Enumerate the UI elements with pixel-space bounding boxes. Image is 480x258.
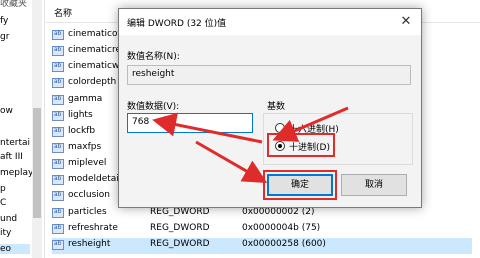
ok-highlight-box xyxy=(263,170,337,200)
edit-dword-dialog: 编辑 DWORD (32 位)值 ✕ 数值名称(N): resheight 数值… xyxy=(118,8,422,208)
tree-scrollbar[interactable] xyxy=(32,0,42,258)
reg-value-icon xyxy=(52,208,64,218)
cancel-button[interactable]: 取消 xyxy=(341,174,407,196)
close-icon[interactable]: ✕ xyxy=(397,13,415,31)
reg-value-icon xyxy=(52,224,64,234)
reg-value-icon xyxy=(52,143,64,153)
value-name: gamma xyxy=(68,94,103,104)
registry-tree-pane: 收藏夹 fy gr ow ntertai aft III meplay p C … xyxy=(0,0,45,258)
reg-value-icon xyxy=(52,46,64,56)
tree-item[interactable]: ity xyxy=(0,228,11,238)
value-name: cinematicre xyxy=(68,45,121,55)
reg-value-icon xyxy=(52,191,64,201)
value-name: particles xyxy=(68,207,107,217)
value-name: miplevel xyxy=(68,158,107,168)
reg-value-icon xyxy=(52,95,64,105)
value-name: cinematicwi xyxy=(68,61,122,71)
tree-item-selected[interactable]: eo xyxy=(0,244,30,254)
reg-value-icon xyxy=(52,240,64,250)
favorites-label[interactable]: 收藏夹 xyxy=(0,0,27,9)
value-data: 0x00000002 (2) xyxy=(242,207,315,217)
decimal-highlight-box xyxy=(267,133,335,157)
value-data: 0x0000004b (75) xyxy=(242,223,321,233)
tree-item[interactable]: p xyxy=(0,184,6,194)
dialog-titlebar[interactable]: 编辑 DWORD (32 位)值 ✕ xyxy=(119,9,421,35)
tree-item[interactable]: meplay xyxy=(0,168,33,178)
value-name-field[interactable]: resheight xyxy=(127,65,411,85)
tree-item[interactable]: ntertai xyxy=(0,138,30,148)
tree-item[interactable]: aft III xyxy=(0,152,23,162)
value-data-text: 768 xyxy=(132,117,150,127)
tree-item[interactable]: C xyxy=(0,198,6,208)
reg-value-icon xyxy=(52,175,64,185)
value-data: 0x00000258 (600) xyxy=(242,239,326,249)
table-row[interactable]: refreshrate REG_DWORD 0x0000004b (75) xyxy=(52,222,472,238)
reg-value-icon xyxy=(52,111,64,121)
value-name: cinematicov xyxy=(68,29,123,39)
value-type: REG_DWORD xyxy=(150,223,210,233)
dialog-title: 编辑 DWORD (32 位)值 xyxy=(127,19,227,29)
value-data-label: 数值数据(V): xyxy=(127,102,180,112)
table-row[interactable]: particles REG_DWORD 0x00000002 (2) xyxy=(52,206,472,222)
table-row-selected[interactable]: resheight REG_DWORD 0x00000258 (600) xyxy=(52,238,472,254)
value-name-text: resheight xyxy=(132,69,175,79)
value-name-label: 数值名称(N): xyxy=(127,52,180,62)
reg-value-icon xyxy=(52,30,64,40)
base-groupbox-label: 基数 xyxy=(267,102,286,112)
value-name: refreshrate xyxy=(68,223,118,233)
value-name: maxfps xyxy=(68,142,102,152)
tree-item[interactable]: gr xyxy=(0,32,9,42)
reg-value-icon xyxy=(52,127,64,137)
value-type: REG_DWORD xyxy=(150,207,210,217)
tree-item[interactable]: ow xyxy=(0,106,13,116)
value-name: colordepth xyxy=(68,77,117,87)
column-header-name[interactable]: 名称 xyxy=(54,6,72,19)
value-type: REG_DWORD xyxy=(150,239,210,249)
tree-item[interactable]: und xyxy=(0,214,17,224)
value-name: resheight xyxy=(68,239,111,249)
reg-value-icon xyxy=(52,159,64,169)
value-name: occlusion xyxy=(68,190,111,200)
tree-item[interactable]: fy xyxy=(0,16,8,26)
value-data-input[interactable]: 768 xyxy=(127,113,253,133)
reg-value-icon xyxy=(52,62,64,72)
value-name: lockfb xyxy=(68,126,96,136)
reg-value-icon xyxy=(52,78,64,88)
value-name: modeldetail xyxy=(68,174,122,184)
value-name: lights xyxy=(68,110,93,120)
tree-scrollbar-thumb[interactable] xyxy=(33,108,41,218)
hex-radio[interactable] xyxy=(275,123,285,133)
